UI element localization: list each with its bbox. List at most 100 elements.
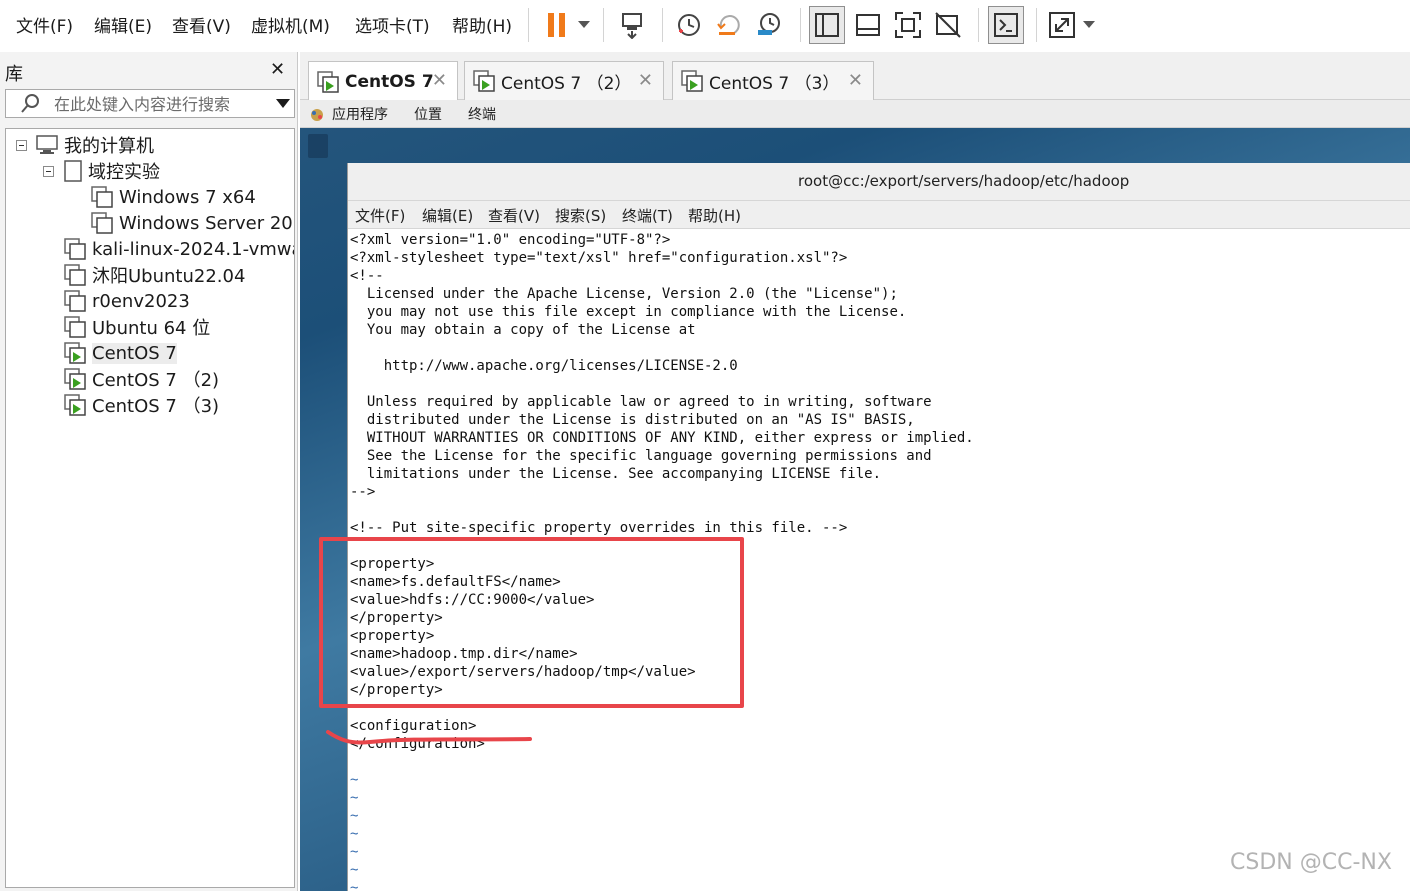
code-line: you may not use this file except in comp… bbox=[350, 304, 907, 320]
toolbar-separator bbox=[978, 8, 979, 42]
tree-node-vm[interactable]: kali-linux-2024.1-vmwa bbox=[64, 237, 294, 261]
empty-buffer-line: ~ bbox=[350, 790, 359, 806]
console-view-icon bbox=[994, 13, 1018, 37]
empty-buffer-line: ~ bbox=[350, 772, 359, 788]
vm-running-icon bbox=[681, 70, 703, 92]
toolbar-separator bbox=[603, 8, 604, 42]
fullscreen-button[interactable] bbox=[891, 6, 925, 44]
thumbnail-view-icon bbox=[856, 14, 880, 36]
library-tree: 我的计算机 域控实验 Windows 7 x64 Windows Server … bbox=[5, 128, 295, 888]
tab-close-button[interactable]: ✕ bbox=[432, 70, 447, 91]
tree-node-my-computer[interactable]: 我的计算机 bbox=[36, 133, 154, 157]
pause-dropdown-button[interactable] bbox=[574, 6, 594, 44]
library-view-button[interactable] bbox=[809, 6, 845, 44]
vm-icon bbox=[64, 290, 86, 312]
tab-centos-7-3[interactable]: CentOS 7 （3） ✕ bbox=[672, 61, 874, 100]
menu-help[interactable]: 帮助(H) bbox=[452, 12, 512, 37]
terminal-menubar: 文件(F) 编辑(E) 查看(V) 搜索(S) 终端(T) 帮助(H) bbox=[348, 201, 1410, 229]
stretch-button[interactable] bbox=[1045, 6, 1079, 44]
library-title: 库 bbox=[5, 64, 23, 85]
revert-snapshot-button[interactable] bbox=[712, 6, 746, 44]
toolbar-separator bbox=[1036, 8, 1037, 42]
chevron-down-icon bbox=[578, 21, 590, 28]
tab-centos-7-2[interactable]: CentOS 7 （2） ✕ bbox=[464, 61, 664, 100]
vm-running-icon bbox=[317, 70, 339, 93]
library-search-input[interactable] bbox=[54, 93, 264, 115]
computer-icon bbox=[36, 135, 58, 154]
toolbar-separator bbox=[800, 8, 801, 42]
snapshot-manager-button[interactable] bbox=[752, 6, 786, 44]
app-menubar: 文件(F) 编辑(E) 查看(V) 虚拟机(M) 选项卡(T) 帮助(H) bbox=[0, 0, 1410, 50]
terminal-window: root@cc:/export/servers/hadoop/etc/hadoo… bbox=[347, 163, 1410, 891]
send-ctrl-alt-del-button[interactable] bbox=[614, 6, 650, 44]
menu-tabs[interactable]: 选项卡(T) bbox=[355, 12, 430, 37]
library-search-box bbox=[5, 89, 295, 118]
highlight-underline bbox=[326, 730, 532, 745]
tab-label: CentOS 7 bbox=[345, 71, 434, 92]
tree-node-vm-running[interactable]: CentOS 7 （2) bbox=[64, 367, 219, 391]
desktop-icon[interactable] bbox=[308, 134, 328, 158]
highlight-box bbox=[319, 537, 744, 708]
tree-node-vm[interactable]: 沐阳Ubuntu22.04 bbox=[64, 263, 245, 287]
tab-label: CentOS 7 （3） bbox=[709, 73, 840, 94]
terminal-menu-edit[interactable]: 编辑(E) bbox=[422, 205, 473, 226]
vm-tab-bar: CentOS 7 ✕ CentOS 7 （2） ✕ CentOS 7 （3） ✕ bbox=[300, 52, 1410, 101]
terminal-title: root@cc:/export/servers/hadoop/etc/hadoo… bbox=[798, 172, 1130, 190]
tree-node-vm-running[interactable]: CentOS 7 bbox=[64, 341, 177, 365]
menu-file[interactable]: 文件(F) bbox=[16, 12, 73, 37]
snapshot-manager-icon bbox=[758, 13, 780, 35]
tab-centos-7[interactable]: CentOS 7 ✕ bbox=[308, 61, 458, 101]
guest-menu-terminal[interactable]: 终端 bbox=[468, 104, 496, 124]
vm-icon bbox=[91, 186, 113, 208]
terminal-menu-search[interactable]: 搜索(S) bbox=[555, 205, 606, 226]
terminal-menu-terminal[interactable]: 终端(T) bbox=[622, 205, 673, 226]
menu-vm[interactable]: 虚拟机(M) bbox=[251, 12, 330, 37]
code-line: --> bbox=[350, 484, 376, 500]
revert-snapshot-icon bbox=[717, 15, 740, 36]
menu-view[interactable]: 查看(V) bbox=[172, 12, 231, 37]
collapse-toggle[interactable] bbox=[16, 140, 27, 151]
terminal-titlebar: root@cc:/export/servers/hadoop/etc/hadoo… bbox=[348, 163, 1410, 201]
terminal-menu-file[interactable]: 文件(F) bbox=[355, 205, 405, 226]
thumbnail-view-button[interactable] bbox=[851, 6, 885, 44]
code-line: You may obtain a copy of the License at bbox=[350, 322, 696, 338]
pause-button[interactable] bbox=[540, 6, 574, 44]
vm-running-icon bbox=[473, 70, 495, 92]
unity-button[interactable] bbox=[931, 6, 965, 44]
snapshot-icon bbox=[678, 14, 700, 36]
tree-node-vm[interactable]: Windows 7 x64 bbox=[91, 185, 256, 209]
collapse-toggle[interactable] bbox=[43, 166, 54, 177]
stretch-icon bbox=[1049, 12, 1075, 38]
library-close-button[interactable]: ✕ bbox=[270, 59, 285, 80]
library-view-icon bbox=[815, 13, 839, 37]
tab-close-button[interactable]: ✕ bbox=[848, 70, 863, 91]
tree-node-vm[interactable]: Ubuntu 64 位 bbox=[64, 315, 210, 339]
guest-menu-places[interactable]: 位置 bbox=[414, 104, 442, 124]
console-view-button[interactable] bbox=[988, 6, 1024, 44]
search-dropdown-icon[interactable] bbox=[276, 99, 290, 108]
unity-icon bbox=[935, 12, 961, 38]
search-icon bbox=[21, 94, 39, 113]
tree-node-vm[interactable]: Windows Server 201 bbox=[91, 211, 294, 235]
tree-node-vm-running[interactable]: CentOS 7 （3) bbox=[64, 393, 219, 417]
toolbar-separator bbox=[662, 8, 663, 42]
tab-close-button[interactable]: ✕ bbox=[638, 70, 653, 91]
tab-label: CentOS 7 （2） bbox=[501, 73, 632, 94]
code-line: distributed under the License is distrib… bbox=[350, 412, 915, 428]
fullscreen-icon bbox=[895, 12, 921, 38]
tree-node-vm[interactable]: r0env2023 bbox=[64, 289, 190, 313]
terminal-menu-view[interactable]: 查看(V) bbox=[488, 205, 540, 226]
menu-edit[interactable]: 编辑(E) bbox=[94, 12, 152, 37]
chevron-down-icon bbox=[1083, 21, 1095, 28]
stretch-dropdown-button[interactable] bbox=[1079, 6, 1099, 44]
guest-menu-applications[interactable]: 应用程序 bbox=[332, 104, 388, 124]
vm-running-icon bbox=[64, 368, 86, 390]
terminal-menu-help[interactable]: 帮助(H) bbox=[688, 205, 741, 226]
snapshot-button[interactable] bbox=[672, 6, 706, 44]
library-panel: 库 ✕ 我的计算机 域控实验 Windows 7 x64 Windows Ser… bbox=[0, 52, 298, 891]
empty-buffer-line: ~ bbox=[350, 880, 359, 891]
tree-node-folder[interactable]: 域控实验 bbox=[64, 159, 160, 183]
